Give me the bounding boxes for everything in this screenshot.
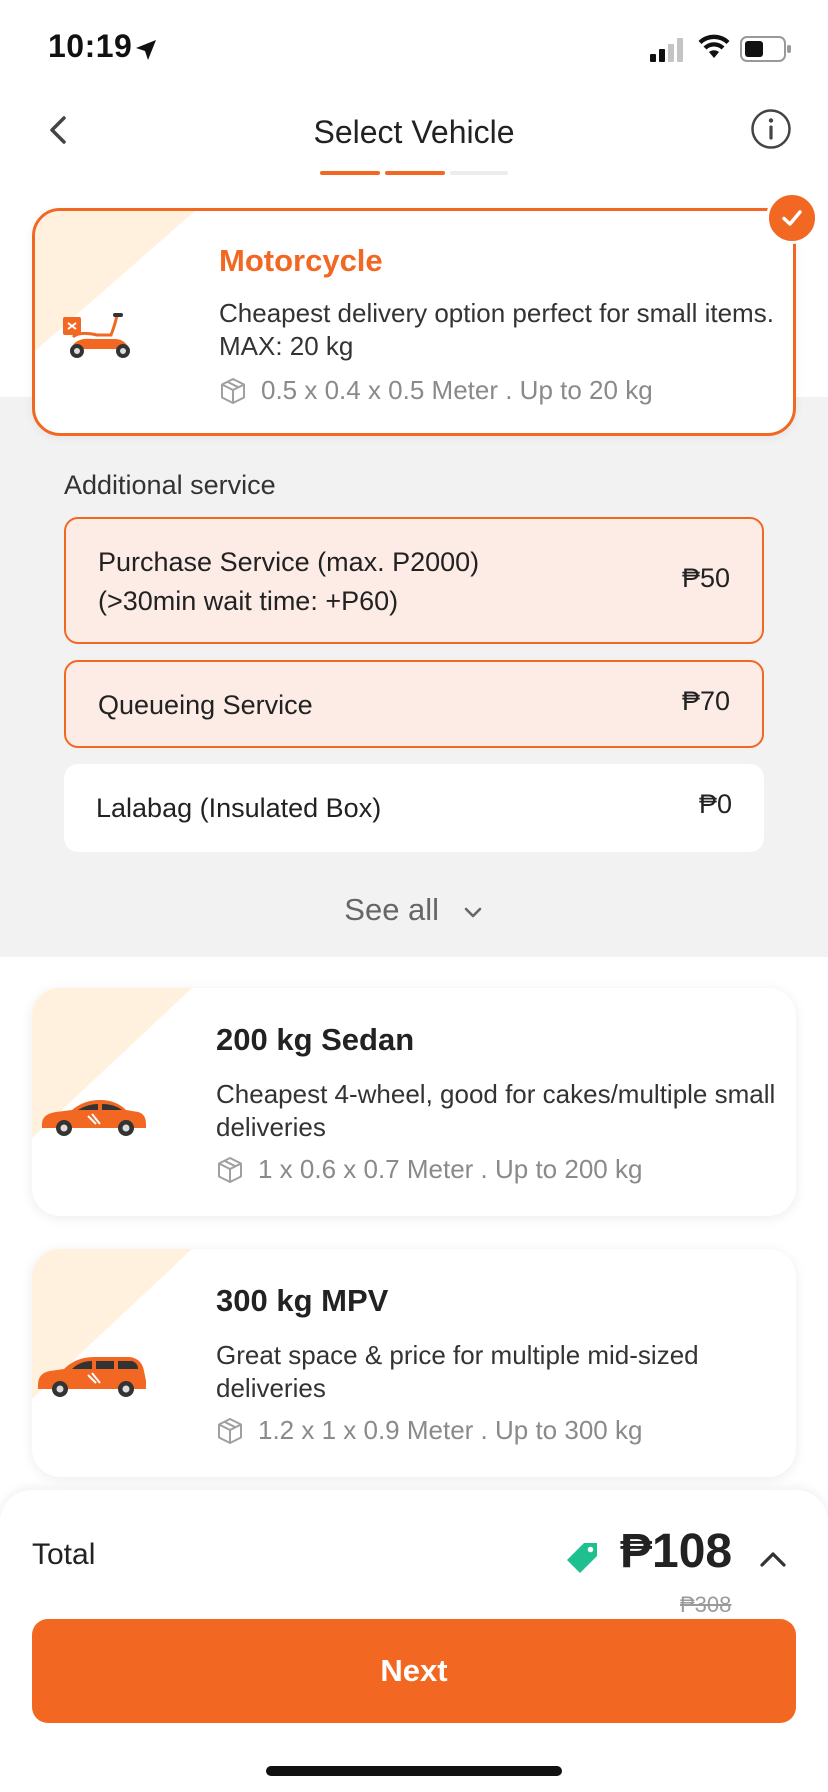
see-all-button[interactable]: See all	[0, 892, 828, 928]
chevron-down-icon	[464, 907, 482, 918]
sedan-car-icon	[42, 1100, 146, 1136]
vehicle-card-motorcycle[interactable]: Motorcycle Cheapest delivery option perf…	[32, 208, 796, 436]
motorcycle-icon	[63, 313, 130, 358]
vehicle-dimensions: 0.5 x 0.4 x 0.5 Meter . Up to 20 kg	[219, 375, 653, 406]
cellular-signal-icon	[650, 38, 683, 62]
chevron-up-icon[interactable]	[756, 1542, 790, 1576]
total-price: ₱108	[620, 1525, 733, 1578]
discount-tag-icon	[567, 1543, 597, 1573]
vehicle-dimensions-text: 0.5 x 0.4 x 0.5 Meter . Up to 20 kg	[261, 375, 653, 405]
page-title: Select Vehicle	[313, 114, 515, 150]
next-button[interactable]: Next	[32, 1619, 796, 1723]
vehicle-dimensions-text: 1 x 0.6 x 0.7 Meter . Up to 200 kg	[258, 1154, 643, 1184]
additional-service-label: Additional service	[64, 470, 276, 500]
vehicle-card-mpv[interactable]: 300 kg MPV Great space & price for multi…	[32, 1249, 796, 1477]
vehicle-description: Great space & price for multiple mid-siz…	[216, 1340, 699, 1403]
vehicle-name: 300 kg MPV	[216, 1283, 389, 1318]
vehicle-card-sedan[interactable]: 200 kg Sedan Cheapest 4-wheel, good for …	[32, 988, 796, 1216]
info-icon[interactable]	[750, 108, 792, 150]
wifi-icon	[698, 34, 730, 58]
vehicle-description: Cheapest 4-wheel, good for cakes/multipl…	[216, 1079, 776, 1142]
vehicle-dimensions-text: 1.2 x 1 x 0.9 Meter . Up to 300 kg	[258, 1415, 643, 1445]
box-icon	[218, 1156, 242, 1183]
mpv-car-icon	[38, 1357, 146, 1397]
vehicle-dimensions: 1.2 x 1 x 0.9 Meter . Up to 300 kg	[216, 1415, 642, 1446]
status-time: 10:19	[48, 28, 133, 64]
selected-check-icon	[766, 192, 818, 244]
progress-step-1	[320, 171, 380, 175]
service-label: Lalabag (Insulated Box)	[96, 793, 382, 823]
service-label-line2: (>30min wait time: +P60)	[98, 586, 399, 616]
home-indicator[interactable]	[266, 1766, 562, 1776]
service-price: ₱50	[681, 563, 730, 593]
service-price: ₱70	[681, 686, 730, 716]
total-label: Total	[32, 1538, 96, 1571]
service-label: Queueing Service	[98, 690, 313, 720]
progress-step-3	[450, 171, 508, 175]
service-price: ₱0	[698, 789, 732, 819]
location-arrow-icon	[136, 40, 156, 60]
box-icon	[218, 1417, 242, 1444]
battery-icon	[740, 36, 791, 62]
service-label-line1: Purchase Service (max. P2000)	[98, 547, 480, 577]
service-option-queueing[interactable]: Queueing Service ₱70	[64, 660, 764, 748]
vehicle-dimensions: 1 x 0.6 x 0.7 Meter . Up to 200 kg	[216, 1154, 642, 1185]
vehicle-name: 200 kg Sedan	[216, 1022, 415, 1057]
vehicle-name: Motorcycle	[219, 243, 383, 278]
service-option-lalabag[interactable]: Lalabag (Insulated Box) ₱0	[64, 764, 764, 852]
progress-step-2	[385, 171, 445, 175]
box-icon	[221, 377, 245, 404]
see-all-label: See all	[344, 892, 440, 927]
vehicle-description: Cheapest delivery option perfect for sma…	[219, 298, 774, 361]
service-option-purchase[interactable]: Purchase Service (max. P2000) (>30min wa…	[64, 517, 764, 644]
original-price: ₱308	[680, 1592, 732, 1617]
